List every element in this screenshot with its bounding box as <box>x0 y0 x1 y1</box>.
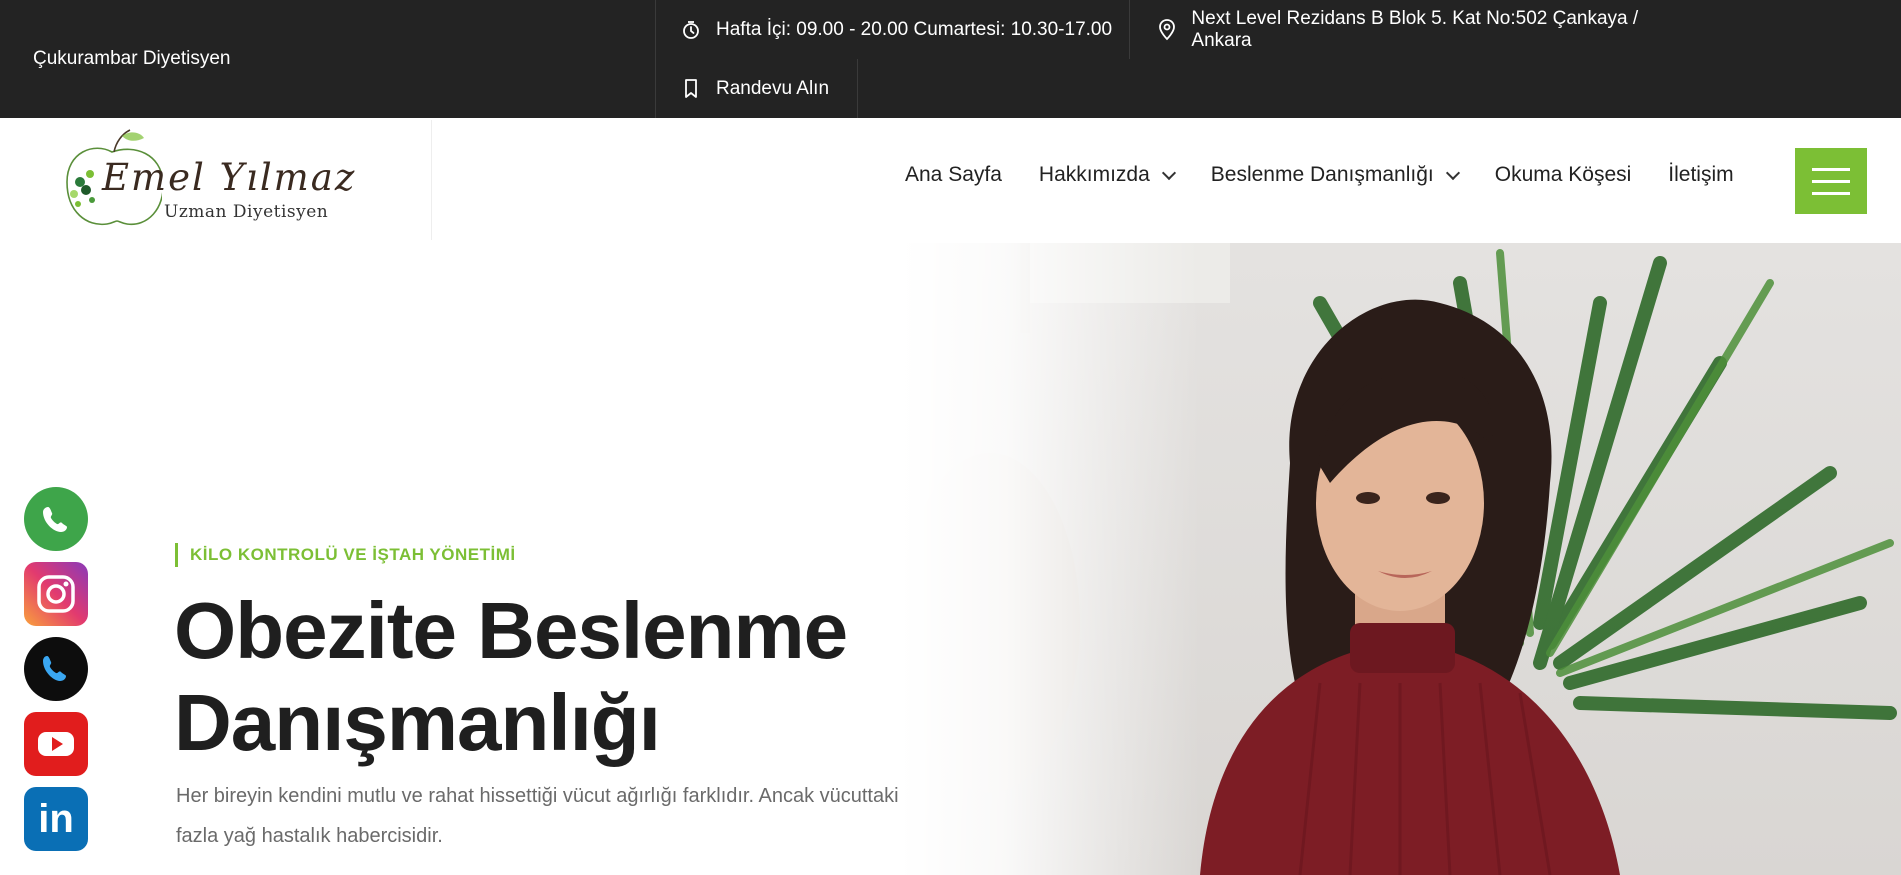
photo-fade-overlay <box>900 243 1200 875</box>
working-hours-text: Hafta İçi: 09.00 - 20.00 Cumartesi: 10.3… <box>716 18 1113 40</box>
working-hours: Hafta İçi: 09.00 - 20.00 Cumartesi: 10.3… <box>655 0 1130 59</box>
clock-icon <box>680 19 702 41</box>
address: Next Level Rezidans B Blok 5. Kat No:502… <box>1129 0 1689 59</box>
nav-item-home[interactable]: Ana Sayfa <box>905 163 1002 187</box>
site-logo[interactable]: Emel Yılmaz Uzman Diyetisyen <box>60 120 432 240</box>
nav-item-contact[interactable]: İletişim <box>1668 163 1733 187</box>
chevron-down-icon <box>1445 165 1460 180</box>
logo-subtitle: Uzman Diyetisyen <box>164 202 329 222</box>
appointment-label: Randevu Alın <box>716 77 830 99</box>
appointment-link[interactable]: Randevu Alın <box>655 59 858 118</box>
location-pin-icon <box>1156 18 1177 41</box>
nav-item-label: Okuma Köşesi <box>1494 163 1632 186</box>
instagram-icon[interactable] <box>24 562 88 626</box>
hero-title-line1: Obezite Beslenme <box>174 586 848 675</box>
top-bar: Çukurambar Diyetisyen Hafta İçi: 09.00 -… <box>0 0 1901 118</box>
main-nav: Ana Sayfa Hakkımızda Beslenme Danışmanlı… <box>905 163 1734 187</box>
hero-description: Her bireyin kendini mutlu ve rahat hisse… <box>176 785 899 847</box>
logo-name: Emel Yılmaz <box>102 156 357 199</box>
nav-item-label: Beslenme Danışmanlığı <box>1210 163 1434 186</box>
hero-photo <box>900 243 1901 875</box>
hero-title: Obezite Beslenme Danışmanlığı <box>174 585 934 769</box>
nav-item-reading-corner[interactable]: Okuma Köşesi <box>1495 163 1632 187</box>
nav-item-nutrition-consulting[interactable]: Beslenme Danışmanlığı <box>1210 163 1460 187</box>
hero-kicker: KİLO KONTROLÜ VE İŞTAH YÖNETİMİ <box>175 543 516 567</box>
chevron-down-icon <box>1161 165 1176 180</box>
hamburger-menu-button[interactable] <box>1795 148 1867 214</box>
hero-section: KİLO KONTROLÜ VE İŞTAH YÖNETİMİ Obezite … <box>0 243 1901 875</box>
nav-item-label: Ana Sayfa <box>905 163 1002 186</box>
main-header: Emel Yılmaz Uzman Diyetisyen Ana Sayfa H… <box>0 118 1901 243</box>
linkedin-glyph: in <box>38 796 74 841</box>
hamburger-line <box>1812 191 1850 195</box>
hamburger-line <box>1812 179 1850 183</box>
address-text: Next Level Rezidans B Blok 5. Kat No:502… <box>1191 7 1639 51</box>
bookmark-icon <box>680 78 702 100</box>
youtube-icon[interactable] <box>24 712 88 776</box>
whatsapp-icon[interactable] <box>24 487 88 551</box>
nav-item-label: İletişim <box>1668 163 1734 186</box>
top-brand-text: Çukurambar Diyetisyen <box>33 48 231 69</box>
hamburger-line <box>1812 167 1850 171</box>
nav-item-about[interactable]: Hakkımızda <box>1038 163 1176 187</box>
hero-title-line2: Danışmanlığı <box>174 678 661 767</box>
nav-item-label: Hakkımızda <box>1038 163 1150 186</box>
linkedin-icon[interactable]: in <box>24 787 88 851</box>
phone-icon[interactable] <box>24 637 88 701</box>
